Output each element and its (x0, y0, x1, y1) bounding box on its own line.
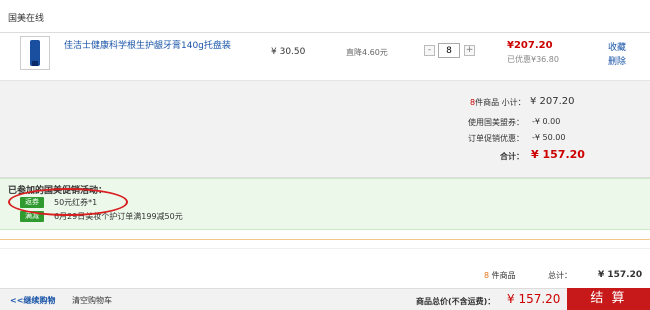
totals-count-suffix: 件商品 (489, 271, 516, 280)
quantity-decrease-button[interactable]: - (424, 45, 435, 56)
separator-strip (0, 230, 650, 240)
quantity-input[interactable] (438, 43, 460, 58)
totals-label: 总计： (548, 271, 572, 280)
summary-subtotal: ¥ 207.20 (530, 96, 575, 107)
coupon-label: 使用国美盟券： (468, 118, 524, 127)
summary-total-label: 合计： (500, 152, 524, 161)
summary-count: 8件商品 小计： (470, 97, 526, 108)
totals-count: 8 件商品 (484, 270, 516, 281)
checkout-button[interactable]: 结 算 (567, 288, 650, 310)
store-name: 国美在线 (8, 14, 45, 24)
coupon-value: -¥ 0.00 (532, 117, 561, 126)
summary-total-value: ¥ 157.20 (531, 148, 585, 161)
totals-value: ¥ 157.20 (598, 270, 643, 280)
line-saved: 已优惠¥36.80 (507, 55, 559, 64)
totals-row (0, 248, 650, 288)
product-thumbnail[interactable] (20, 36, 50, 70)
grand-total-label: 商品总价(不含运费)： (416, 297, 496, 306)
line-total: ¥207.20 (507, 40, 553, 51)
store-header (0, 0, 650, 33)
summary-count-suffix: 件商品 小计： (475, 98, 526, 107)
favorite-link[interactable]: 收藏 (608, 40, 626, 53)
unit-price: ¥ 30.50 (271, 47, 306, 57)
grand-total-value: ¥ 157.20 (507, 292, 561, 306)
discount-note: 直降4.60元 (346, 48, 388, 57)
product-title-link[interactable]: 佳洁士健康科学根生护龈牙膏140g托盘装 (64, 38, 231, 51)
promo-discount-label: 订单促销优惠： (468, 134, 524, 143)
delete-link[interactable]: 删除 (608, 54, 626, 67)
highlight-circle-annotation (8, 188, 128, 216)
continue-shopping-link[interactable]: <<继续购物 (10, 295, 55, 306)
clear-cart-link[interactable]: 清空购物车 (72, 295, 112, 306)
quantity-increase-button[interactable]: + (464, 45, 475, 56)
toothpaste-cap (32, 61, 38, 66)
promo-discount-value: -¥ 50.00 (532, 133, 566, 142)
